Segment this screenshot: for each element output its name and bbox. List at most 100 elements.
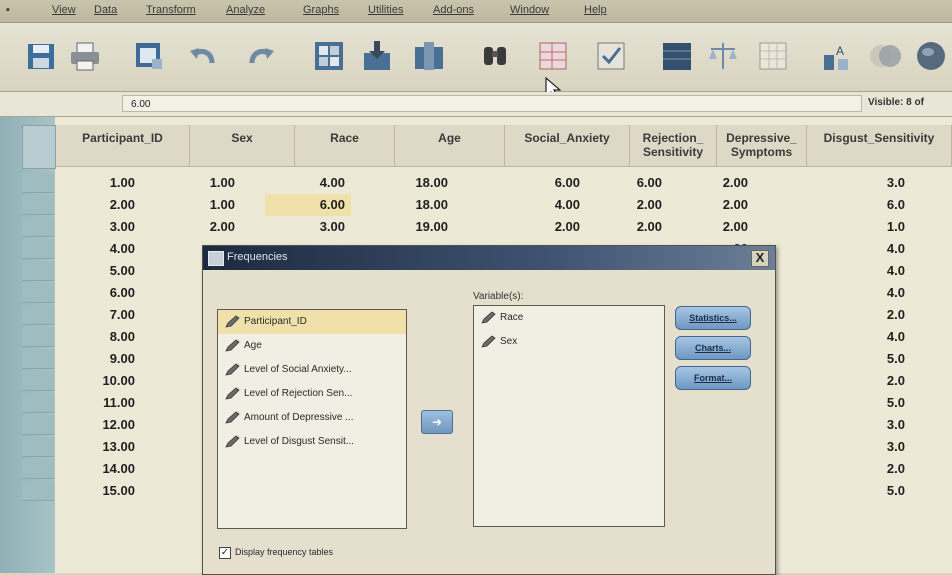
row-header[interactable] <box>22 195 54 215</box>
data-cell[interactable]: 3.00 <box>55 216 141 238</box>
data-cell[interactable]: 19.00 <box>358 216 454 238</box>
split-file-icon[interactable] <box>660 39 694 73</box>
statistics-button[interactable]: Statistics... <box>675 306 751 330</box>
data-cell[interactable]: 2.00 <box>688 194 754 216</box>
data-cell[interactable]: 2.00 <box>480 216 586 238</box>
data-cell[interactable]: 14.00 <box>55 458 141 480</box>
display-frequency-tables-checkbox[interactable]: ✓ <box>219 546 231 559</box>
move-variable-button[interactable]: ➜ <box>421 410 453 434</box>
column-header[interactable]: Age <box>395 125 505 167</box>
dialog-recall-icon[interactable] <box>132 39 166 73</box>
data-cell[interactable]: 9.00 <box>55 348 141 370</box>
data-cell[interactable]: 2.0 <box>845 458 911 480</box>
column-header[interactable]: Race <box>295 125 395 167</box>
target-variable-item[interactable]: Sex <box>474 330 664 354</box>
format-button[interactable]: Format... <box>675 366 751 390</box>
data-cell[interactable]: 5.0 <box>845 348 911 370</box>
row-header[interactable] <box>22 371 54 391</box>
data-cell[interactable]: 6.00 <box>602 172 668 194</box>
data-cell[interactable]: 2.00 <box>688 172 754 194</box>
print-icon[interactable] <box>68 39 102 73</box>
data-cell[interactable]: 6.0 <box>845 194 911 216</box>
goto-variable-icon[interactable] <box>360 39 394 73</box>
grid-corner[interactable] <box>22 125 56 169</box>
row-header[interactable] <box>22 261 54 281</box>
menu-help[interactable]: Help <box>584 4 607 16</box>
row-header[interactable] <box>22 437 54 457</box>
data-cell[interactable]: 2.00 <box>155 216 241 238</box>
data-cell[interactable]: 5.0 <box>845 480 911 502</box>
data-cell[interactable]: 12.00 <box>55 414 141 436</box>
row-header[interactable] <box>22 459 54 479</box>
data-cell[interactable]: 5.0 <box>845 392 911 414</box>
target-variable-item[interactable]: Race <box>474 306 664 330</box>
column-header[interactable]: Participant_ID <box>56 125 190 167</box>
select-cases-icon[interactable] <box>756 39 790 73</box>
data-cell[interactable]: 2.0 <box>845 370 911 392</box>
data-cell[interactable]: 18.00 <box>358 194 454 216</box>
data-cell[interactable]: 3.00 <box>265 216 351 238</box>
row-header[interactable] <box>22 349 54 369</box>
menu-addons[interactable]: Add-ons <box>433 4 474 16</box>
globe-icon[interactable] <box>914 39 948 73</box>
charts-button[interactable]: Charts... <box>675 336 751 360</box>
data-cell[interactable]: 2.00 <box>55 194 141 216</box>
data-cell[interactable]: 2.0 <box>845 304 911 326</box>
row-header[interactable] <box>22 239 54 259</box>
redo-icon[interactable] <box>244 39 278 73</box>
source-variable-item[interactable]: Level of Rejection Sen... <box>218 382 406 406</box>
weight-cases-icon[interactable] <box>706 39 740 73</box>
menu-window[interactable]: Window <box>510 4 549 16</box>
data-cell[interactable]: 1.00 <box>155 194 241 216</box>
find-icon[interactable] <box>478 39 512 73</box>
column-header[interactable]: Social_Anxiety <box>505 125 630 167</box>
data-cell[interactable]: 1.00 <box>55 172 141 194</box>
menu-view[interactable]: View <box>52 4 76 16</box>
close-button[interactable]: X <box>751 250 769 267</box>
dialog-title-bar[interactable]: Frequencies X <box>203 246 775 270</box>
variables-icon[interactable] <box>412 39 446 73</box>
data-cell[interactable]: 2.00 <box>688 216 754 238</box>
insert-variable-icon[interactable] <box>594 39 628 73</box>
data-cell[interactable]: 2.00 <box>602 194 668 216</box>
data-cell[interactable]: 4.0 <box>845 238 911 260</box>
column-header[interactable]: Rejection_ Sensitivity <box>630 125 717 167</box>
data-cell[interactable]: 4.00 <box>265 172 351 194</box>
row-header[interactable] <box>22 481 54 501</box>
column-header[interactable]: Depressive_ Symptoms <box>717 125 807 167</box>
data-cell[interactable]: 1.0 <box>845 216 911 238</box>
source-variable-item[interactable]: Level of Social Anxiety... <box>218 358 406 382</box>
data-cell[interactable]: 6.00 <box>55 282 141 304</box>
source-variable-item[interactable]: Level of Disgust Sensit... <box>218 430 406 454</box>
menu-transform[interactable]: Transform <box>146 4 196 16</box>
source-variable-item[interactable]: Amount of Depressive ... <box>218 406 406 430</box>
row-header[interactable] <box>22 173 54 193</box>
menu-utilities[interactable]: Utilities <box>368 4 403 16</box>
row-header[interactable] <box>22 283 54 303</box>
menu-data[interactable]: Data <box>94 4 117 16</box>
data-cell[interactable]: 2.00 <box>602 216 668 238</box>
row-header[interactable] <box>22 393 54 413</box>
data-cell[interactable]: 6.00 <box>480 172 586 194</box>
source-variable-item[interactable]: Age <box>218 334 406 358</box>
display-frequency-tables-option[interactable]: ✓ Display frequency tables <box>219 544 333 560</box>
cell-editor-input[interactable]: 6.00 <box>122 95 862 112</box>
row-header[interactable] <box>22 415 54 435</box>
data-cell[interactable]: 3.0 <box>845 172 911 194</box>
row-header[interactable] <box>22 305 54 325</box>
row-header[interactable] <box>22 327 54 347</box>
menu-graphs[interactable]: Graphs <box>303 4 339 16</box>
data-cell[interactable]: 10.00 <box>55 370 141 392</box>
data-cell[interactable]: 11.00 <box>55 392 141 414</box>
data-cell[interactable]: 3.0 <box>845 414 911 436</box>
data-cell[interactable]: 4.00 <box>480 194 586 216</box>
data-cell[interactable]: 18.00 <box>358 172 454 194</box>
save-icon[interactable] <box>24 39 58 73</box>
goto-case-icon[interactable] <box>312 39 346 73</box>
data-cell[interactable]: 4.0 <box>845 260 911 282</box>
source-variable-list[interactable]: Participant_ID Age Level of Social Anxiety… <box>217 309 407 529</box>
data-cell[interactable]: 8.00 <box>55 326 141 348</box>
data-cell[interactable]: 13.00 <box>55 436 141 458</box>
source-variable-item[interactable]: Participant_ID <box>218 310 406 334</box>
use-sets-icon[interactable] <box>868 39 902 73</box>
